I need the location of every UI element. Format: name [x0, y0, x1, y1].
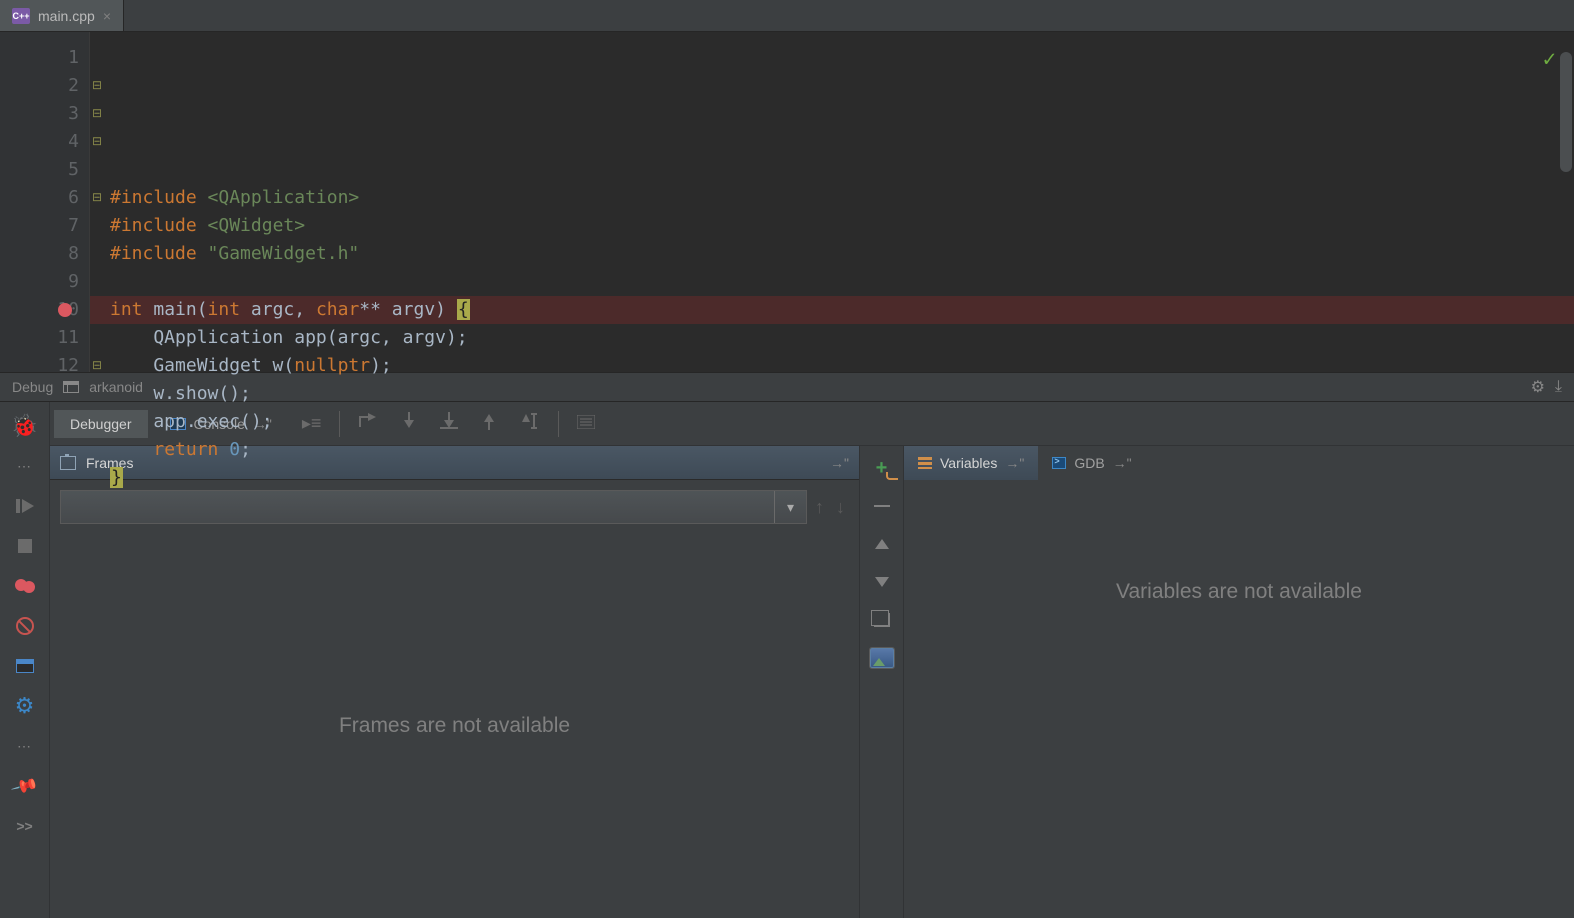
- code-line[interactable]: app.exec();: [110, 408, 1574, 436]
- frames-icon: [60, 456, 76, 470]
- code-line[interactable]: [110, 268, 1574, 296]
- next-frame-button[interactable]: ↓: [836, 497, 845, 518]
- line-number[interactable]: 2: [0, 72, 79, 100]
- view-breakpoints-button[interactable]: [11, 572, 39, 600]
- layout-icon: [63, 381, 79, 393]
- code-line[interactable]: int main(int argc, char** argv) {: [110, 296, 1574, 324]
- frames-empty-message: Frames are not available: [50, 534, 859, 918]
- line-number[interactable]: 7: [0, 212, 79, 240]
- thread-selector-combo[interactable]: ▾: [60, 490, 807, 524]
- line-number[interactable]: 4: [0, 128, 79, 156]
- code-line[interactable]: QApplication app(argc, argv);: [110, 324, 1574, 352]
- pin-tab-button[interactable]: 📌: [5, 767, 43, 805]
- code-line[interactable]: #include <QApplication>: [110, 184, 1574, 212]
- frames-panel: Frames →" ▾ ↑ ↓ Fram: [50, 446, 860, 918]
- more-actions-2-button[interactable]: ⋯: [11, 732, 39, 760]
- variables-empty-message: Variables are not available: [904, 480, 1574, 918]
- code-line[interactable]: #include "GameWidget.h": [110, 240, 1574, 268]
- analysis-ok-icon: ✓: [1543, 46, 1556, 74]
- line-number[interactable]: 1: [0, 44, 79, 72]
- combo-dropdown-icon[interactable]: ▾: [774, 491, 806, 523]
- move-watch-up-button[interactable]: [868, 530, 896, 558]
- debug-action-sidebar: 🐞 ⋯ ⚙ ⋯ 📌 >>: [0, 402, 50, 918]
- code-area[interactable]: ✓ #include <QApplication>#include <QWidg…: [90, 32, 1574, 372]
- line-number-gutter[interactable]: 123456789101112: [0, 32, 90, 372]
- remove-watch-button[interactable]: [868, 492, 896, 520]
- restore-layout-button[interactable]: [11, 652, 39, 680]
- debug-settings-button[interactable]: ⚙: [11, 692, 39, 720]
- toolwindow-title: Debug: [12, 379, 53, 395]
- prev-frame-button[interactable]: ↑: [815, 497, 824, 518]
- code-line[interactable]: return 0;: [110, 436, 1574, 464]
- tab-close-icon[interactable]: ×: [103, 8, 111, 24]
- line-number[interactable]: 9: [0, 268, 79, 296]
- show-watches-view-button[interactable]: [868, 644, 896, 672]
- more-actions-button[interactable]: ⋯: [11, 452, 39, 480]
- rerun-debug-button[interactable]: 🐞: [11, 412, 39, 440]
- code-line[interactable]: }: [110, 464, 1574, 492]
- line-number[interactable]: 6: [0, 184, 79, 212]
- variables-toolbar: +: [860, 446, 904, 918]
- line-number[interactable]: 3: [0, 100, 79, 128]
- code-line[interactable]: w.show();: [110, 380, 1574, 408]
- tab-filename: main.cpp: [38, 8, 95, 24]
- line-number[interactable]: 12: [0, 352, 79, 380]
- editor-tab-bar: C++ main.cpp ×: [0, 0, 1574, 32]
- cpp-file-icon: C++: [12, 8, 30, 24]
- code-editor[interactable]: 123456789101112 ⊟⊟⊟⊟⊟ ✓ #include <QAppli…: [0, 32, 1574, 372]
- mute-breakpoints-button[interactable]: [11, 612, 39, 640]
- code-line[interactable]: GameWidget w(nullptr);: [110, 352, 1574, 380]
- editor-tab-main-cpp[interactable]: C++ main.cpp ×: [0, 0, 124, 31]
- line-number[interactable]: 5: [0, 156, 79, 184]
- expand-button[interactable]: >>: [11, 812, 39, 840]
- line-number[interactable]: 11: [0, 324, 79, 352]
- duplicate-watch-button[interactable]: [868, 606, 896, 634]
- editor-scrollbar[interactable]: [1560, 52, 1572, 172]
- move-watch-down-button[interactable]: [868, 568, 896, 596]
- breakpoint-icon[interactable]: [58, 303, 72, 317]
- code-line[interactable]: #include <QWidget>: [110, 212, 1574, 240]
- code-line[interactable]: [110, 156, 1574, 184]
- stop-button[interactable]: [11, 532, 39, 560]
- resume-program-button[interactable]: [11, 492, 39, 520]
- line-number[interactable]: 8: [0, 240, 79, 268]
